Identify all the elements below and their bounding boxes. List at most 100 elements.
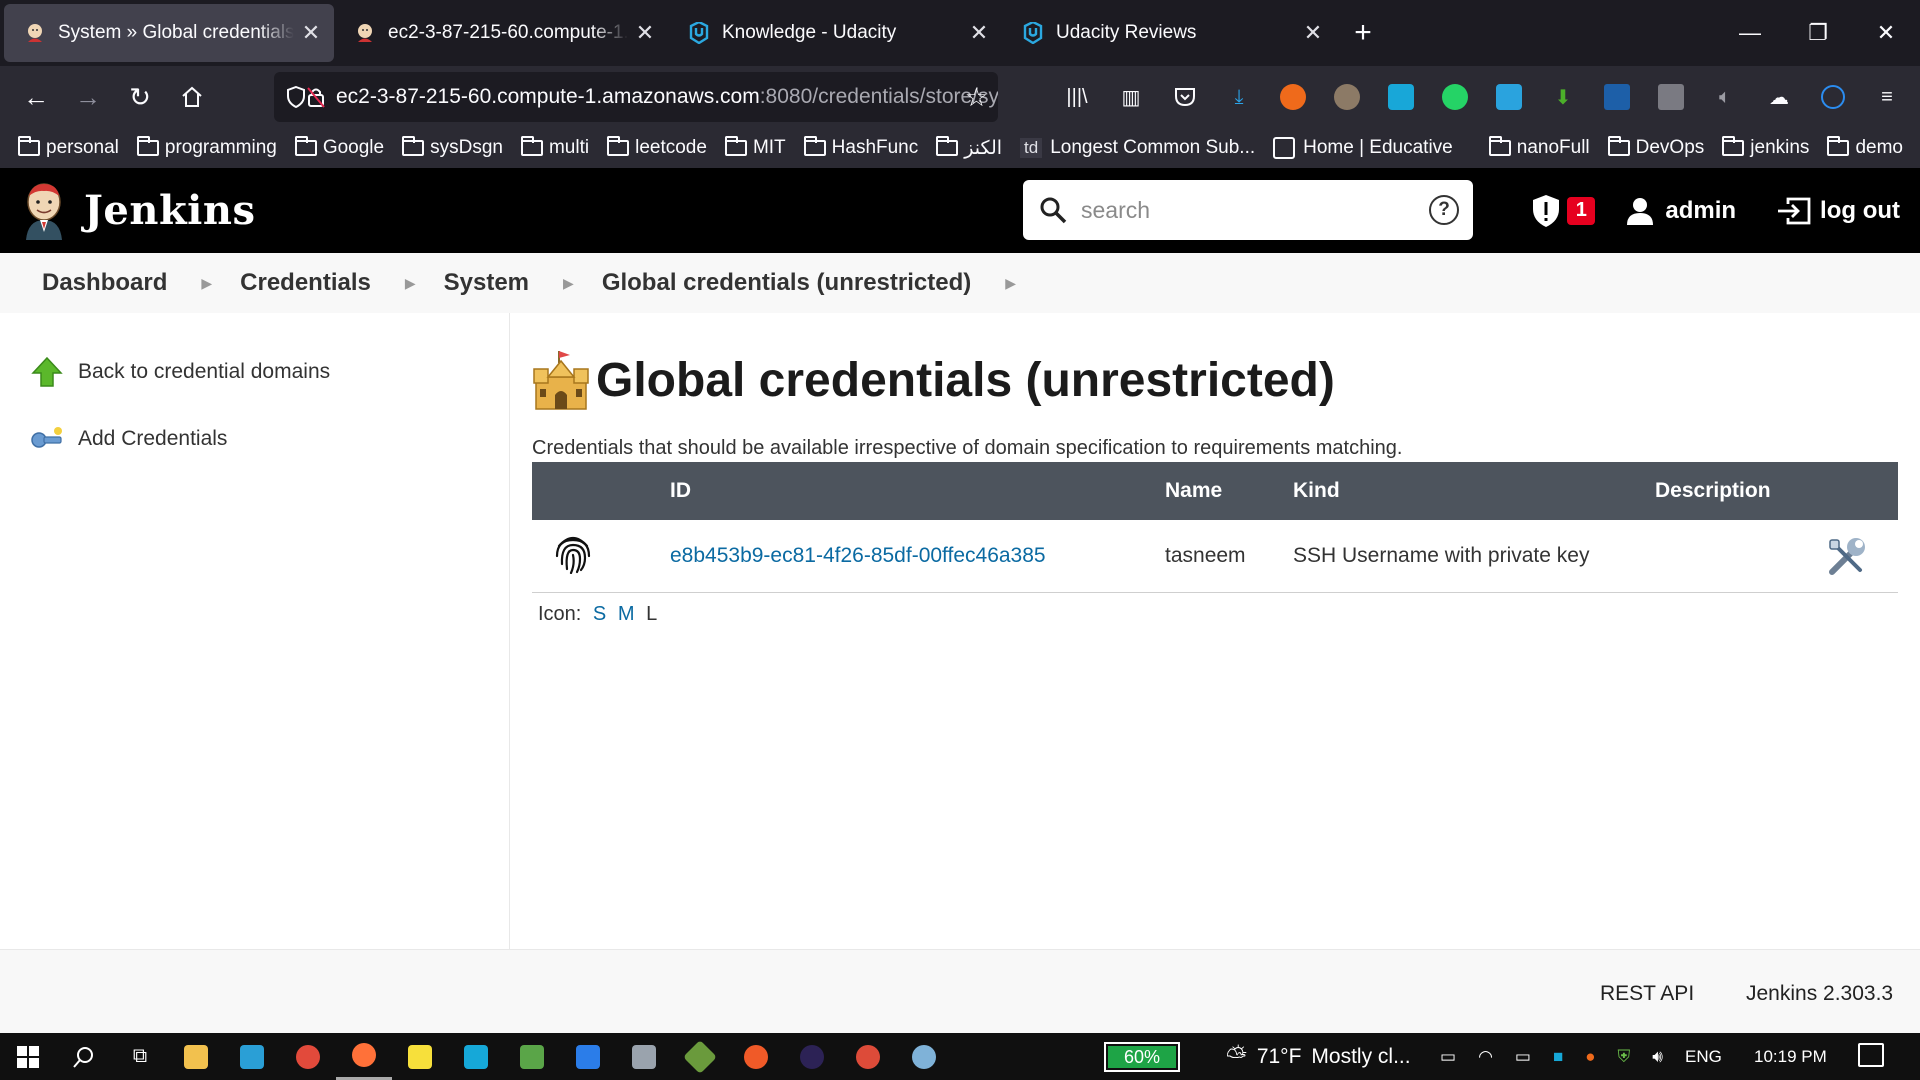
weather-widget[interactable]: ⛅︎ 71°F Mostly cl...	[1226, 1041, 1411, 1073]
jenkins-title[interactable]: Jenkins	[84, 187, 255, 234]
bookmark-nanofull[interactable]: nanoFull	[1488, 136, 1590, 159]
volume-icon[interactable]: 🔊︎	[1652, 1047, 1663, 1067]
bookmark-educative[interactable]: Home | Educative	[1273, 137, 1453, 159]
reader-view-icon[interactable]: ▥	[1104, 77, 1158, 117]
wifi-icon[interactable]: ◠	[1478, 1047, 1493, 1067]
bookmark-multi[interactable]: multi	[520, 136, 589, 159]
rest-api-link[interactable]: REST API	[1600, 982, 1694, 1006]
clock-extension-icon[interactable]	[1806, 77, 1860, 117]
bookmark-google[interactable]: Google	[294, 136, 384, 159]
task-view-icon[interactable]: ⧉	[112, 1033, 168, 1080]
notification-badge[interactable]: 1	[1567, 196, 1596, 225]
tab-ec2[interactable]: ec2-3-87-215-60.compute-1.amazonaws.com …	[334, 4, 668, 62]
chrome-icon[interactable]	[840, 1033, 896, 1080]
credential-id-link[interactable]: e8b453b9-ec81-4f26-85df-00ffec46a385	[670, 544, 1046, 567]
breadcrumb-chevron-icon[interactable]: ▶	[1005, 275, 1016, 292]
breadcrumb-global-credentials[interactable]: Global credentials (unrestricted)	[602, 269, 971, 297]
extension-orange-icon[interactable]	[1266, 77, 1320, 117]
task-add-credentials[interactable]: Add Credentials	[30, 422, 227, 456]
column-header-description[interactable]: Description	[1655, 462, 1898, 520]
jenkins-logo-icon[interactable]	[22, 182, 66, 240]
app-l-icon[interactable]	[224, 1033, 280, 1080]
extension-chart-icon[interactable]	[1590, 77, 1644, 117]
sticky-notes-icon[interactable]	[392, 1033, 448, 1080]
back-icon[interactable]: ←	[10, 73, 62, 121]
tab-udacity-reviews[interactable]: Udacity Reviews ✕	[1002, 4, 1336, 62]
search-icon[interactable]	[56, 1033, 112, 1080]
extension-avatar-icon[interactable]	[1320, 77, 1374, 117]
eclipse-icon[interactable]	[784, 1033, 840, 1080]
downloads-icon[interactable]: ⤓	[1212, 77, 1266, 117]
home-icon[interactable]	[166, 73, 218, 121]
tracking-shield-icon[interactable]	[286, 86, 306, 108]
close-window-icon[interactable]: ✕	[1852, 0, 1920, 66]
whatsapp-icon[interactable]	[1428, 77, 1482, 117]
bookmark-star-icon[interactable]: ☆	[965, 82, 988, 113]
bookmark-devops[interactable]: DevOps	[1607, 136, 1704, 159]
reload-icon[interactable]: ↻	[114, 73, 166, 121]
firefox-icon[interactable]	[336, 1033, 392, 1080]
breadcrumb-chevron-icon[interactable]: ▶	[563, 275, 574, 292]
library-icon[interactable]: |||\	[1050, 77, 1104, 117]
breadcrumb-chevron-icon[interactable]: ▶	[405, 275, 416, 292]
configure-wrench-icon[interactable]	[1826, 536, 1868, 578]
minimize-icon[interactable]: —	[1716, 0, 1784, 66]
breadcrumb-system[interactable]: System	[444, 269, 529, 297]
insecure-lock-icon[interactable]	[306, 86, 326, 108]
column-header-kind[interactable]: Kind	[1293, 462, 1655, 520]
notification-center-icon[interactable]	[1858, 1043, 1884, 1067]
cloud-icon[interactable]: ☁︎	[1752, 77, 1806, 117]
language-indicator[interactable]: ENG	[1685, 1047, 1722, 1067]
git-icon[interactable]	[672, 1033, 728, 1080]
icon-size-small[interactable]: S	[593, 603, 606, 625]
pocket-icon[interactable]	[1158, 77, 1212, 117]
security-shield-icon[interactable]	[1531, 194, 1561, 228]
tab-global-credentials[interactable]: System » Global credentials (unrestricte…	[4, 4, 334, 62]
extension-teal-icon[interactable]	[1374, 77, 1428, 117]
defender-shield-icon[interactable]: ⛨	[1618, 1047, 1631, 1067]
bookmark-sysdsgn[interactable]: sysDsgn	[402, 136, 503, 159]
column-header-id[interactable]: ID	[670, 462, 1165, 520]
app-gray-icon[interactable]	[616, 1033, 672, 1080]
bookmark-leetcode[interactable]: leetcode	[607, 136, 707, 159]
app-green-icon[interactable]	[504, 1033, 560, 1080]
icon-size-medium[interactable]: M	[618, 603, 635, 625]
breadcrumb-chevron-icon[interactable]: ▶	[201, 275, 212, 292]
bookmark-jenkins[interactable]: jenkins	[1722, 136, 1809, 159]
bookmark-personal[interactable]: personal	[18, 136, 119, 159]
logout-link[interactable]: log out	[1820, 197, 1900, 225]
app-blue-icon[interactable]	[448, 1033, 504, 1080]
bookmark-programming[interactable]: programming	[136, 136, 277, 159]
help-icon[interactable]: ?	[1429, 195, 1459, 225]
file-explorer-icon[interactable]	[168, 1033, 224, 1080]
menu-icon[interactable]: ≡	[1860, 77, 1914, 117]
restore-icon[interactable]: ❐	[1784, 0, 1852, 66]
close-tab-icon[interactable]: ✕	[1302, 20, 1324, 46]
extension-gray-icon[interactable]	[1644, 77, 1698, 117]
new-tab-button[interactable]: +	[1336, 4, 1390, 62]
close-tab-icon[interactable]: ✕	[300, 20, 322, 46]
battery-indicator[interactable]: 60%	[1104, 1042, 1180, 1072]
download-manager-icon[interactable]: ⬇	[1536, 77, 1590, 117]
battery-tray-icon[interactable]: ▭	[1515, 1047, 1531, 1067]
windows-start-icon[interactable]	[0, 1033, 56, 1080]
task-back-to-domains[interactable]: Back to credential domains	[30, 355, 330, 389]
tab-knowledge-udacity[interactable]: Knowledge - Udacity ✕	[668, 4, 1002, 62]
close-tab-icon[interactable]: ✕	[968, 20, 990, 46]
bookmark-mit[interactable]: MIT	[724, 136, 786, 159]
paint-icon[interactable]	[896, 1033, 952, 1080]
calendar-icon[interactable]	[560, 1033, 616, 1080]
meet-now-icon[interactable]: ▭	[1440, 1047, 1456, 1067]
close-tab-icon[interactable]: ✕	[634, 20, 656, 46]
app-red-icon[interactable]	[280, 1033, 336, 1080]
bookmark-hashfunc[interactable]: HashFunc	[803, 136, 918, 159]
column-header-name[interactable]: Name	[1165, 462, 1293, 520]
search-box[interactable]: search ?	[1023, 180, 1473, 240]
search-input[interactable]: search	[1081, 197, 1429, 224]
app-orange-icon[interactable]	[728, 1033, 784, 1080]
bookmark-longest-common-sub[interactable]: td Longest Common Sub...	[1020, 137, 1255, 159]
clock[interactable]: 10:19 PM	[1754, 1047, 1827, 1067]
url-bar[interactable]: ec2-3-87-215-60.compute-1.amazonaws.com:…	[274, 72, 998, 122]
forward-icon[interactable]: →	[62, 73, 114, 121]
tray-orange-icon[interactable]: ●	[1585, 1047, 1595, 1067]
